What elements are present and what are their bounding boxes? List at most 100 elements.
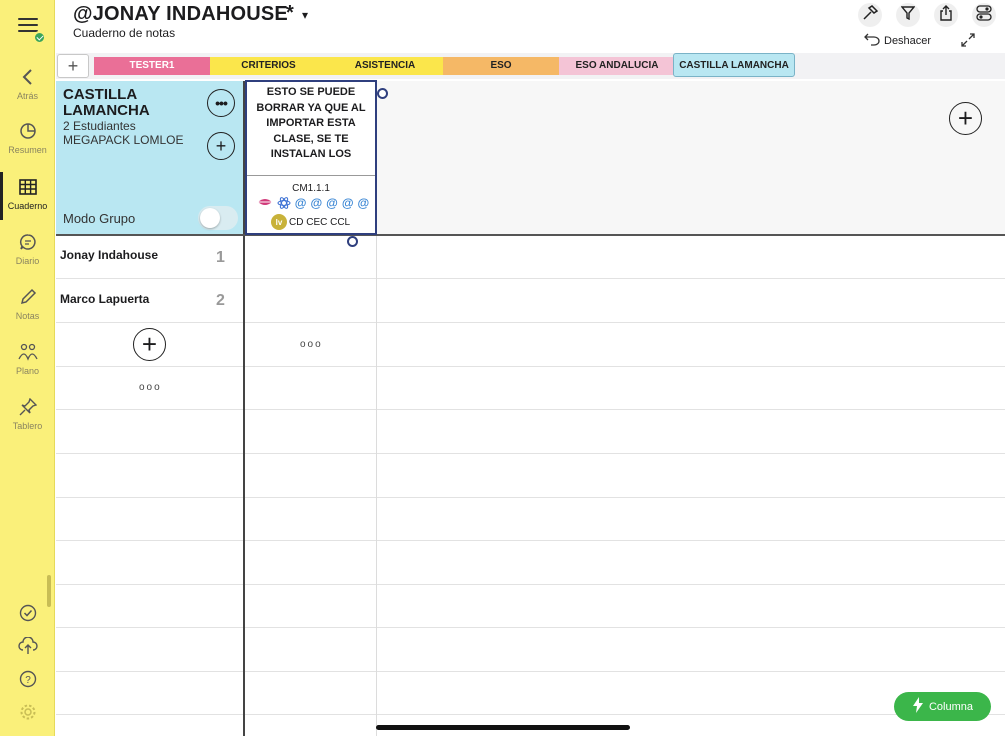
competences-text: CD CEC CCL [289,216,351,228]
sync-ok-icon [33,31,46,44]
at-icon: @ [357,196,370,210]
more-icon: ••• [215,95,228,111]
filter-button[interactable] [896,3,920,27]
group-mode-label: Modo Grupo [63,211,136,226]
add-tab-button[interactable]: + [57,54,89,78]
hammer-icon [862,4,879,26]
at-icon: @ [294,196,307,210]
pencil-icon [0,286,55,308]
fab-label: Columna [928,700,974,713]
gear-icon[interactable] [17,701,39,723]
column-card-divider [247,175,375,176]
row-divider [56,627,1005,628]
at-icon: @ [341,196,354,210]
level-badge-icon: lv [271,214,287,230]
column-competences: lv CD CEC CCL [271,214,350,230]
class-options-button[interactable]: ••• [207,89,235,117]
unsaved-indicator: * [286,2,294,24]
pin-icon [0,396,55,418]
row-divider [56,366,1005,367]
column-card[interactable]: ESTO SE PUEDE BORRAR YA QUE AL IMPORTAR … [245,80,377,235]
undo-icon [864,32,880,49]
class-info: 2 Estudiantes MEGAPACK LOMLOE [63,119,183,147]
plus-icon: + [67,55,79,76]
back-arrow-icon [0,66,55,88]
column-more-button[interactable]: ooo [300,339,323,350]
class-card: CASTILLA LAMANCHA 2 Estudiantes MEGAPACK… [56,81,243,235]
tab-castilla-lamancha[interactable]: CASTILLA LAMANCHA [673,53,795,77]
students-count: 2 Estudiantes [63,119,136,133]
share-button[interactable] [934,3,958,27]
sidebar-item-diary[interactable]: Diario [0,231,55,266]
at-icon: @ [326,196,338,210]
expand-icon[interactable] [960,32,976,53]
tab-asistencia[interactable]: ASISTENCIA [327,57,443,75]
column-title: ESTO SE PUEDE BORRAR YA QUE AL IMPORTAR … [256,86,366,160]
column-resize-handle[interactable] [377,88,388,99]
cloud-upload-icon[interactable] [17,635,39,657]
row-divider [56,540,1005,541]
group-mode-toggle[interactable] [198,206,238,230]
sidebar-item-label: Tablero [12,421,43,431]
help-icon[interactable]: ? [17,668,39,690]
sidebar-item-seating[interactable]: Plano [0,341,55,376]
add-button[interactable]: + [207,132,235,160]
row-divider [56,453,1005,454]
tab-criterios[interactable]: CRITERIOS [210,57,327,75]
lips-icon [257,196,273,213]
undo-button[interactable]: Deshacer [864,32,931,49]
chat-icon [0,231,55,253]
tab-eso-andalucia[interactable]: ESO ANDALUCIA [559,57,675,75]
row-divider [56,409,1005,410]
sidebar-item-notebook[interactable]: Cuaderno [0,172,55,220]
student-number: 1 [216,249,225,266]
undo-label: Deshacer [884,34,932,47]
row-divider [56,714,1005,715]
more-students-button[interactable]: ooo [139,382,162,393]
check-circle-icon[interactable] [17,602,39,624]
student-name[interactable]: Marco Lapuerta [60,292,149,306]
toggles-icon [976,4,992,26]
share-icon [939,4,953,26]
tab-tester1[interactable]: TESTER1 [94,57,210,75]
sidebar-item-board[interactable]: Tablero [0,396,55,431]
svg-text:?: ? [25,675,31,686]
atom-icon [277,196,291,213]
sidebar-item-notes[interactable]: Notas [0,286,55,321]
grid-icon [0,176,55,198]
sidebar-item-summary[interactable]: Resumen [0,120,55,155]
sidebar-scroll-handle[interactable] [47,575,51,607]
filter-icon [900,5,916,25]
row-divider [56,671,1005,672]
add-student-button[interactable]: + [133,328,166,361]
sidebar: Atrás Resumen Cuaderno Diario Notas Plan… [0,0,55,736]
lightning-icon [912,697,924,716]
row-divider [56,497,1005,498]
row-divider [56,322,1005,323]
sidebar-item-label: Atrás [16,91,38,101]
row-resize-handle[interactable] [347,236,358,247]
toggles-button[interactable] [972,3,996,27]
chevron-down-icon[interactable]: ▾ [302,8,308,22]
page-title: @JONAY INDAHOUSE [73,3,288,25]
sidebar-item-back[interactable]: Atrás [0,66,55,101]
add-column-fab[interactable]: Columna [894,692,991,721]
student-number: 2 [216,292,225,309]
row-divider [56,584,1005,585]
sidebar-item-label: Diario [15,256,40,266]
sidebar-item-label: Plano [15,366,40,376]
student-name[interactable]: Jonay Indahouse [60,248,158,262]
add-column-button[interactable]: + [949,102,982,135]
column-code: CM1.1.1 [292,183,330,194]
page-subtitle: Cuaderno de notas [73,26,176,40]
plus-icon: + [957,103,974,133]
header-divider [56,234,1005,236]
pie-chart-icon [0,120,55,142]
tools-button[interactable] [858,3,882,27]
tab-eso[interactable]: ESO [443,57,559,75]
plus-icon: + [215,135,227,156]
plus-icon: + [141,329,158,359]
class-name: CASTILLA LAMANCHA [63,86,150,119]
people-icon [0,341,55,363]
home-indicator[interactable] [376,725,630,730]
